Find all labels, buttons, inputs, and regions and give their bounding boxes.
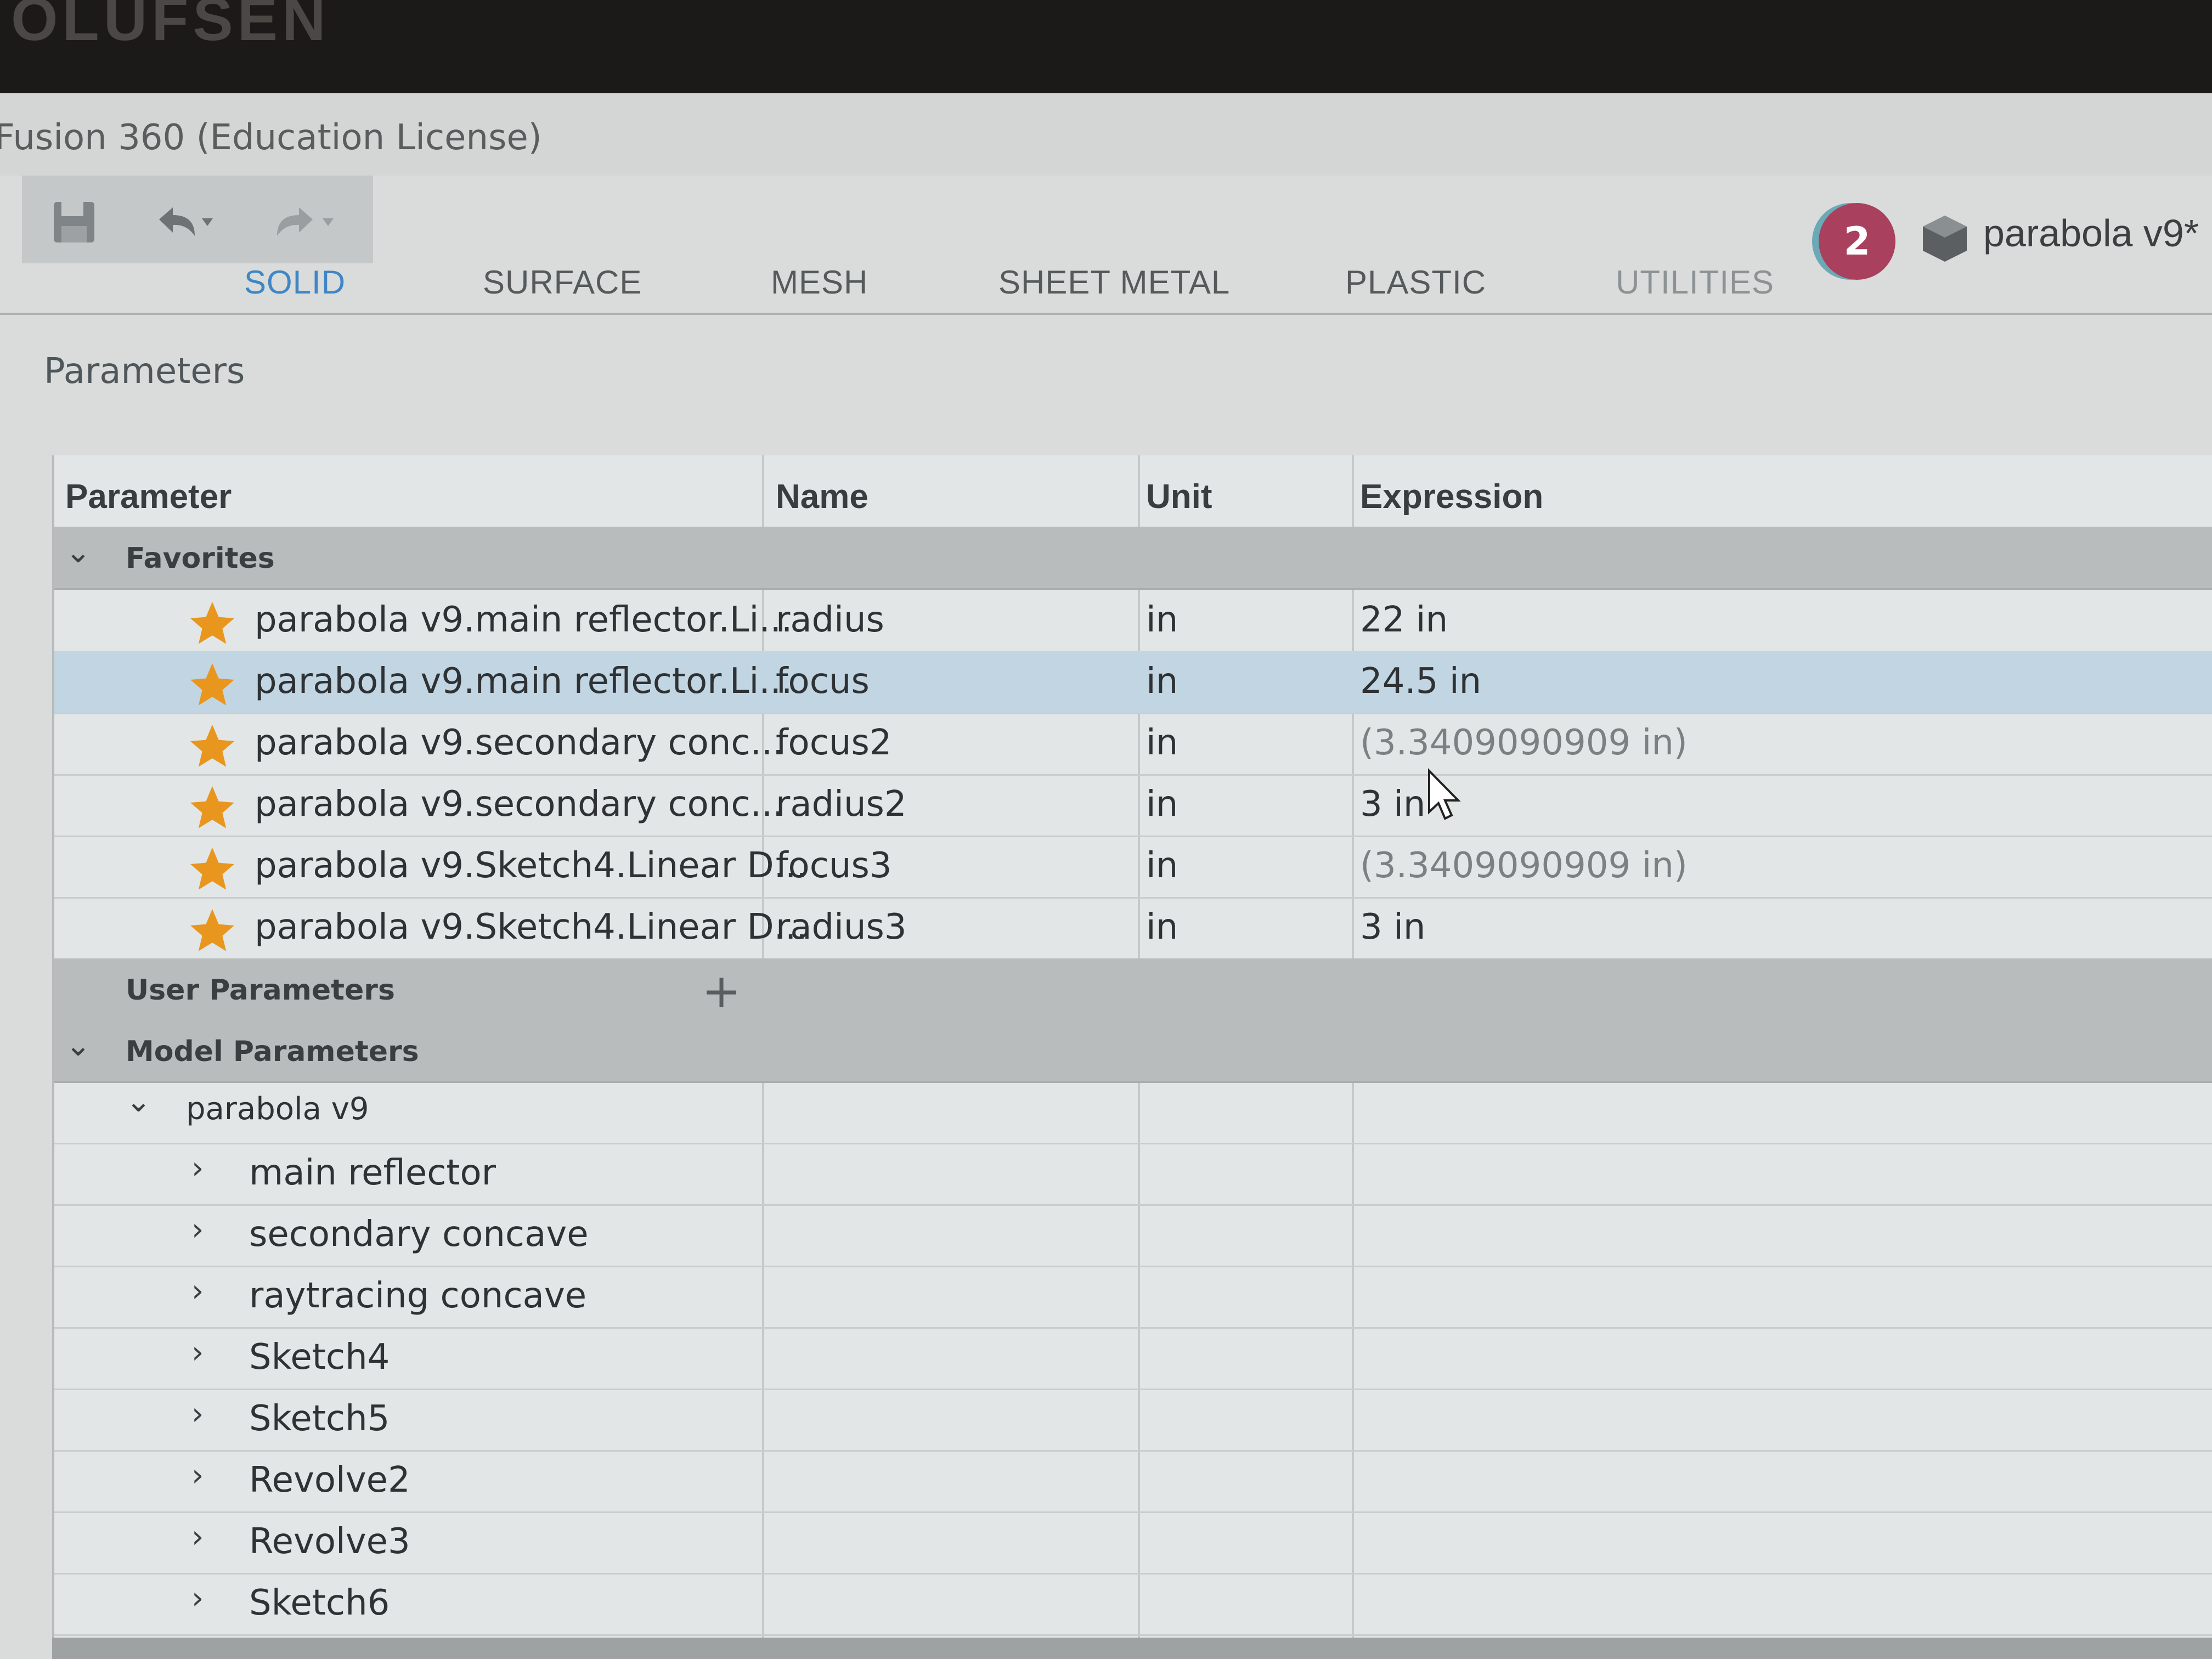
tree-row[interactable]: › main reflector bbox=[54, 1143, 2212, 1206]
tree-item-label: secondary concave bbox=[249, 1214, 589, 1255]
document-title[interactable]: parabola v9* bbox=[1983, 211, 2199, 255]
expression-cell[interactable]: (3.3409090909 in) bbox=[1360, 723, 1688, 763]
tab-plastic[interactable]: PLASTIC bbox=[1345, 263, 1486, 301]
name-cell[interactable]: focus2 bbox=[776, 723, 892, 763]
panel-title: Parameters bbox=[44, 351, 245, 392]
user-parameters-label: User Parameters bbox=[126, 974, 395, 1007]
tree-item-label: Revolve2 bbox=[249, 1460, 410, 1500]
name-cell[interactable]: radius2 bbox=[776, 784, 907, 825]
chevron-right-icon[interactable]: › bbox=[191, 1212, 204, 1248]
tab-solid[interactable]: SOLID bbox=[244, 263, 346, 301]
tree-item-label: Sketch5 bbox=[249, 1398, 390, 1439]
tree-item-label: main reflector bbox=[249, 1153, 496, 1193]
parameters-table: Parameter Name Unit Expression ⌄ Favorit… bbox=[52, 455, 2212, 1659]
tab-surface[interactable]: SURFACE bbox=[483, 263, 642, 301]
monitor-brand: OLUFSEN bbox=[11, 0, 330, 53]
chevron-right-icon[interactable]: › bbox=[191, 1273, 204, 1309]
chevron-right-icon[interactable]: › bbox=[191, 1581, 204, 1616]
table-row[interactable]: parabola v9.Sketch4.Linear D... radius3 … bbox=[54, 897, 2212, 960]
header-name[interactable]: Name bbox=[776, 477, 868, 516]
chevron-right-icon[interactable]: › bbox=[191, 1335, 204, 1370]
tree-item-label: Revolve3 bbox=[249, 1521, 410, 1562]
tree-row[interactable]: › secondary concave bbox=[54, 1204, 2212, 1267]
quick-access-toolbar bbox=[22, 176, 373, 263]
panel-footer bbox=[52, 1638, 2212, 1659]
name-cell[interactable]: radius bbox=[776, 600, 884, 640]
favorites-label: Favorites bbox=[126, 542, 275, 575]
tree-row[interactable]: › Revolve2 bbox=[54, 1450, 2212, 1513]
parameter-cell: parabola v9.secondary conc... bbox=[255, 784, 784, 825]
tree-item-label: Sketch6 bbox=[249, 1583, 390, 1623]
name-cell[interactable]: focus bbox=[776, 661, 870, 702]
chevron-down-icon[interactable]: ⌄ bbox=[65, 534, 91, 570]
tab-utilities[interactable]: UTILITIES bbox=[1616, 263, 1774, 301]
unit-cell[interactable]: in bbox=[1146, 907, 1178, 947]
tab-sheet-metal[interactable]: SHEET METAL bbox=[998, 263, 1230, 301]
tree-row[interactable]: › raytracing concave bbox=[54, 1266, 2212, 1329]
table-row[interactable]: parabola v9.secondary conc... radius2 in… bbox=[54, 774, 2212, 837]
tree-row-component[interactable]: ⌄ parabola v9 bbox=[54, 1081, 2212, 1144]
model-parameters-label: Model Parameters bbox=[126, 1035, 419, 1068]
parameter-cell: parabola v9.Sketch4.Linear D... bbox=[255, 845, 808, 886]
expression-cell[interactable]: 3 in bbox=[1360, 784, 1425, 825]
notification-badge[interactable]: 2 bbox=[1819, 203, 1895, 280]
star-icon[interactable] bbox=[186, 659, 239, 712]
unit-cell[interactable]: in bbox=[1146, 784, 1178, 825]
header-unit[interactable]: Unit bbox=[1146, 477, 1212, 516]
parameter-cell: parabola v9.Sketch4.Linear D... bbox=[255, 907, 808, 947]
expression-cell[interactable]: (3.3409090909 in) bbox=[1360, 845, 1688, 886]
unit-cell[interactable]: in bbox=[1146, 600, 1178, 640]
unit-cell[interactable]: in bbox=[1146, 723, 1178, 763]
table-row[interactable]: parabola v9.secondary conc... focus2 in … bbox=[54, 713, 2212, 776]
title-bar: Fusion 360 (Education License) bbox=[0, 93, 2212, 176]
component-label: parabola v9 bbox=[186, 1091, 369, 1127]
table-header: Parameter Name Unit Expression bbox=[54, 455, 2212, 527]
expression-cell[interactable]: 24.5 in bbox=[1360, 661, 1481, 702]
name-cell[interactable]: focus3 bbox=[776, 845, 892, 886]
redo-icon[interactable] bbox=[269, 198, 335, 247]
chevron-right-icon[interactable]: › bbox=[191, 1150, 204, 1186]
expression-cell[interactable]: 3 in bbox=[1360, 907, 1425, 947]
parameter-cell: parabola v9.main reflector.Li... bbox=[255, 600, 793, 640]
unit-cell[interactable]: in bbox=[1146, 661, 1178, 702]
star-icon[interactable] bbox=[186, 597, 239, 650]
component-icon bbox=[1923, 216, 1967, 262]
unit-cell[interactable]: in bbox=[1146, 845, 1178, 886]
tree-row[interactable]: › Sketch4 bbox=[54, 1327, 2212, 1390]
parameter-cell: parabola v9.secondary conc... bbox=[255, 723, 784, 763]
model-parameters-group-row[interactable]: ⌄ Model Parameters bbox=[54, 1020, 2212, 1083]
tree-row[interactable]: › Sketch5 bbox=[54, 1389, 2212, 1452]
add-parameter-icon[interactable]: + bbox=[702, 964, 741, 1019]
favorites-group-row[interactable]: ⌄ Favorites bbox=[54, 527, 2212, 590]
tree-item-label: raytracing concave bbox=[249, 1276, 587, 1316]
tab-mesh[interactable]: MESH bbox=[771, 263, 868, 301]
table-row[interactable]: parabola v9.Sketch4.Linear D... focus3 i… bbox=[54, 836, 2212, 899]
tree-row[interactable]: › Revolve3 bbox=[54, 1511, 2212, 1575]
mouse-cursor-icon bbox=[1428, 768, 1461, 820]
chevron-down-icon[interactable]: ⌄ bbox=[65, 1028, 91, 1063]
tree-row[interactable]: › Sketch6 bbox=[54, 1573, 2212, 1636]
save-icon[interactable] bbox=[49, 198, 99, 247]
header-expression[interactable]: Expression bbox=[1360, 477, 1543, 516]
name-cell[interactable]: radius3 bbox=[776, 907, 907, 947]
table-row[interactable]: parabola v9.main reflector.Li... focus i… bbox=[54, 651, 2212, 714]
app-window: Fusion 360 (Education License) SOLID SUR… bbox=[0, 93, 2212, 1659]
table-row[interactable]: parabola v9.main reflector.Li... radius … bbox=[54, 590, 2212, 653]
chevron-right-icon[interactable]: › bbox=[191, 1396, 204, 1432]
chevron-right-icon[interactable]: › bbox=[191, 1519, 204, 1555]
star-icon[interactable] bbox=[186, 720, 239, 773]
header-parameter[interactable]: Parameter bbox=[65, 477, 232, 516]
app-title: Fusion 360 (Education License) bbox=[0, 117, 542, 158]
star-icon[interactable] bbox=[186, 905, 239, 957]
expression-cell[interactable]: 22 in bbox=[1360, 600, 1448, 640]
chevron-down-icon[interactable]: ⌄ bbox=[126, 1084, 151, 1119]
undo-icon[interactable] bbox=[148, 198, 214, 247]
user-parameters-group-row[interactable]: User Parameters + bbox=[54, 958, 2212, 1022]
chevron-right-icon[interactable]: › bbox=[191, 1458, 204, 1493]
tree-item-label: Sketch4 bbox=[249, 1337, 390, 1378]
parameter-cell: parabola v9.main reflector.Li... bbox=[255, 661, 793, 702]
star-icon[interactable] bbox=[186, 782, 239, 834]
star-icon[interactable] bbox=[186, 843, 239, 896]
